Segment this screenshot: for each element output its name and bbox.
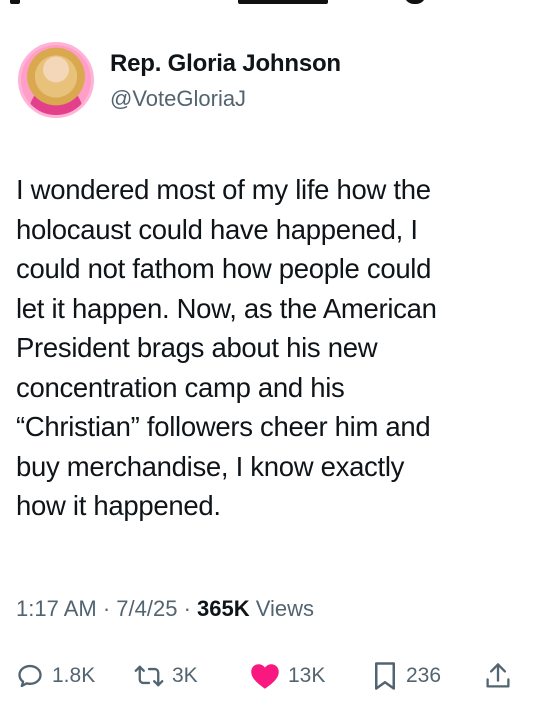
- heart-icon: [251, 664, 279, 689]
- action-bar: 1.8K 3K 13K 236: [16, 656, 520, 696]
- post-date[interactable]: 7/4/25: [116, 596, 177, 621]
- reply-bubble-icon: [18, 664, 42, 688]
- like-button[interactable]: 13K: [250, 656, 325, 696]
- reply-count: 1.8K: [52, 664, 96, 687]
- cropped-top-navigation: [0, 0, 535, 14]
- author-avatar[interactable]: [18, 42, 94, 118]
- repost-arrows-icon: [134, 665, 164, 687]
- meta-separator: ·: [183, 596, 191, 621]
- bookmark-icon: [375, 662, 395, 690]
- post-metadata: 1:17 AM · 7/4/25 · 365K Views: [16, 596, 314, 622]
- meta-separator: ·: [102, 596, 111, 621]
- views-label: Views: [255, 596, 315, 621]
- views-count: 365K: [197, 596, 250, 621]
- post-text: I wondered most of my life how the holoc…: [16, 174, 437, 521]
- author-handle[interactable]: @VoteGloriaJ: [110, 86, 246, 112]
- author-name[interactable]: Rep. Gloria Johnson: [110, 50, 341, 78]
- bookmark-count: 236: [406, 664, 442, 687]
- post-time[interactable]: 1:17 AM: [16, 596, 97, 621]
- share-upload-icon: [486, 663, 510, 688]
- share-button[interactable]: [484, 656, 512, 696]
- bookmark-button[interactable]: 236: [372, 656, 441, 696]
- repost-count: 3K: [172, 664, 198, 687]
- reply-button[interactable]: 1.8K: [16, 656, 95, 696]
- post-header: Rep. Gloria Johnson @VoteGloriaJ: [18, 42, 518, 124]
- like-count: 13K: [288, 664, 326, 687]
- repost-button[interactable]: 3K: [134, 656, 198, 696]
